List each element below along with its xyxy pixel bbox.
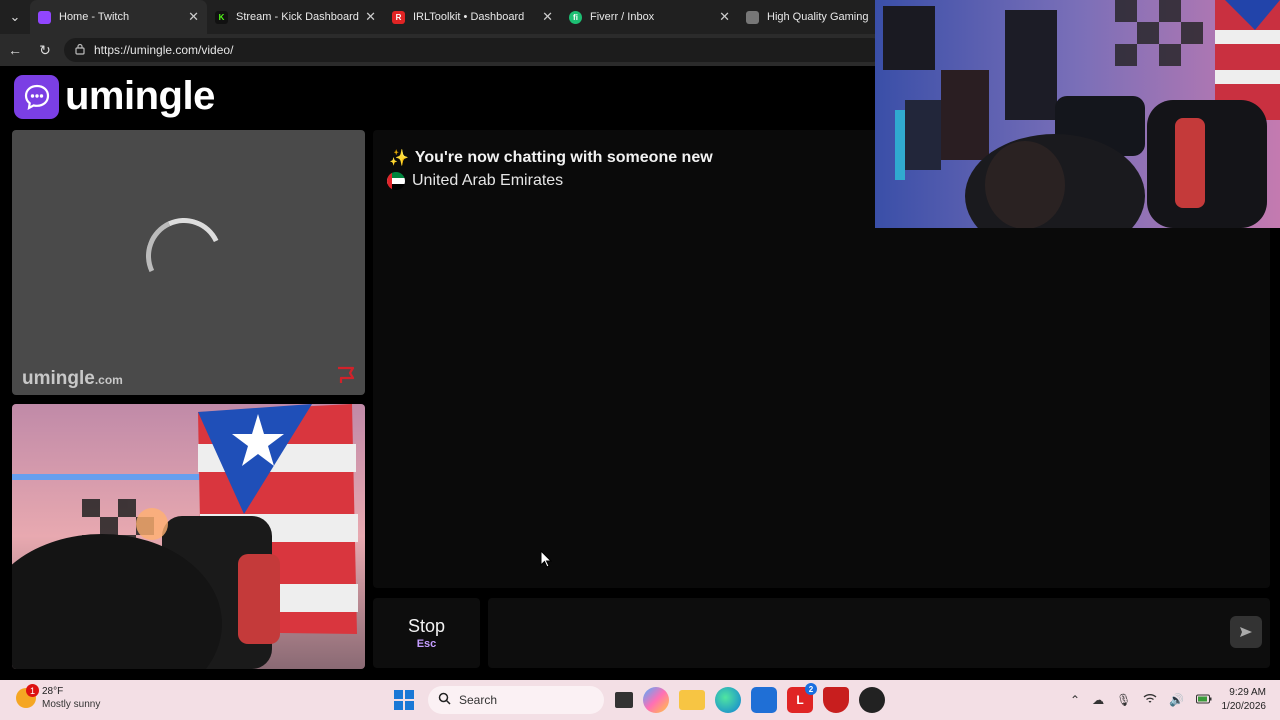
battery-icon[interactable] xyxy=(1196,693,1212,707)
self-video xyxy=(12,404,365,669)
windows-start-icon[interactable] xyxy=(391,687,417,713)
stop-label: Stop xyxy=(407,616,446,636)
page-favicon-icon xyxy=(746,10,759,24)
fiverr-favicon-icon: fi xyxy=(569,10,582,24)
lenovo-app-icon[interactable]: L2 xyxy=(787,683,817,713)
edge-browser-icon[interactable] xyxy=(715,687,741,713)
loading-spinner-icon xyxy=(135,207,233,305)
stranger-country: United Arab Emirates xyxy=(387,172,563,190)
microsoft-store-icon[interactable] xyxy=(751,687,777,713)
tab-label: Home - Twitch xyxy=(59,11,130,23)
message-input[interactable] xyxy=(488,598,1270,668)
chat-bubble-icon xyxy=(14,74,59,119)
sun-icon: 1 xyxy=(16,684,39,708)
tab-twitch[interactable]: Home - Twitch ✕ xyxy=(30,0,207,34)
volume-icon[interactable]: 🔊 xyxy=(1169,693,1184,707)
microphone-icon[interactable]: 🎙 xyxy=(1116,693,1131,707)
system-clock[interactable]: 9:29 AM 1/20/2026 xyxy=(1222,686,1267,714)
kick-favicon-icon: K xyxy=(215,10,228,24)
tab-label: High Quality Gaming Ge xyxy=(767,11,870,23)
file-explorer-icon[interactable] xyxy=(679,690,705,710)
tab-fiverr[interactable]: fi Fiverr / Inbox ✕ xyxy=(561,0,738,34)
screen: ⌄ Home - Twitch ✕ K Stream - Kick Dashbo… xyxy=(0,0,1280,720)
send-arrow-icon xyxy=(1240,627,1252,637)
mouse-cursor-icon xyxy=(540,550,552,568)
chat-status-message: ✨ You're now chatting with someone new xyxy=(389,148,713,168)
search-icon xyxy=(438,692,451,708)
send-button[interactable] xyxy=(1230,616,1262,648)
tab-label: Stream - Kick Dashboard xyxy=(236,11,359,23)
system-tray: ⌃ ☁ 🎙 🔊 xyxy=(1064,684,1218,716)
tab-label: IRLToolkit • Dashboard xyxy=(413,11,525,23)
weather-temperature: 28°F xyxy=(42,686,64,697)
taskbar: 1 28°F Mostly sunny Search L2 ⌃ ☁ 🎙 🔊 9:… xyxy=(0,680,1280,720)
report-flag-icon[interactable] xyxy=(335,366,357,384)
sparkles-icon: ✨ xyxy=(389,150,409,167)
stop-button[interactable]: Stop Esc xyxy=(373,598,480,668)
irltoolkit-favicon-icon: R xyxy=(392,10,405,24)
site-info-icon[interactable] xyxy=(74,43,86,58)
close-tab-icon[interactable]: ✕ xyxy=(188,9,199,25)
back-arrow-icon[interactable]: ← xyxy=(0,34,30,66)
logo-wordmark: umingle xyxy=(65,74,215,118)
stranger-video: umingle.com xyxy=(12,130,365,395)
close-tab-icon[interactable]: ✕ xyxy=(365,9,376,25)
task-view-icon[interactable] xyxy=(615,692,633,708)
onedrive-cloud-icon[interactable]: ☁ xyxy=(1092,693,1104,707)
tab-kick[interactable]: K Stream - Kick Dashboard ✕ xyxy=(207,0,384,34)
weather-condition: Mostly sunny xyxy=(42,699,101,710)
address-bar[interactable]: https://umingle.com/video/ xyxy=(64,38,884,62)
weather-alert-badge: 1 xyxy=(26,684,39,697)
tab-list-chevron-icon[interactable]: ⌄ xyxy=(0,0,30,34)
close-tab-icon[interactable]: ✕ xyxy=(542,9,553,25)
stop-shortcut-hint: Esc xyxy=(416,638,437,650)
uae-flag-icon xyxy=(387,172,405,190)
taskbar-search[interactable]: Search xyxy=(428,686,604,714)
clock-time: 9:29 AM xyxy=(1229,687,1266,698)
watermark-suffix: .com xyxy=(94,373,123,387)
wifi-icon[interactable] xyxy=(1143,693,1157,707)
country-name: United Arab Emirates xyxy=(412,172,564,189)
clock-date: 1/20/2026 xyxy=(1221,701,1267,712)
url-text: https://umingle.com/video/ xyxy=(94,43,234,57)
twitch-favicon-icon xyxy=(38,10,51,24)
streamer-webcam-overlay xyxy=(875,0,1280,228)
tab-label: Fiverr / Inbox xyxy=(590,11,655,23)
webcam-scene xyxy=(875,0,1280,228)
umingle-logo[interactable]: umingle xyxy=(14,74,215,119)
reload-icon[interactable]: ↻ xyxy=(30,34,60,66)
obs-app-icon[interactable] xyxy=(859,687,885,713)
watermark-name: umingle xyxy=(22,368,95,389)
taskbar-apps: Search L2 xyxy=(386,683,890,716)
notification-badge: 2 xyxy=(805,683,817,695)
tab-irltoolkit[interactable]: R IRLToolkit • Dashboard ✕ xyxy=(384,0,561,34)
mcafee-shield-icon[interactable] xyxy=(823,687,849,713)
copilot-icon[interactable] xyxy=(643,687,669,713)
show-hidden-icons-chevron-icon[interactable]: ⌃ xyxy=(1070,693,1080,707)
close-tab-icon[interactable]: ✕ xyxy=(719,9,730,25)
weather-widget[interactable]: 1 28°F Mostly sunny xyxy=(16,684,101,711)
umingle-watermark: umingle.com xyxy=(22,368,123,390)
tab-gaming[interactable]: High Quality Gaming Ge xyxy=(738,0,878,34)
chat-status-text: You're now chatting with someone new xyxy=(414,149,713,166)
search-label: Search xyxy=(459,693,498,707)
self-video-scene xyxy=(12,404,365,669)
